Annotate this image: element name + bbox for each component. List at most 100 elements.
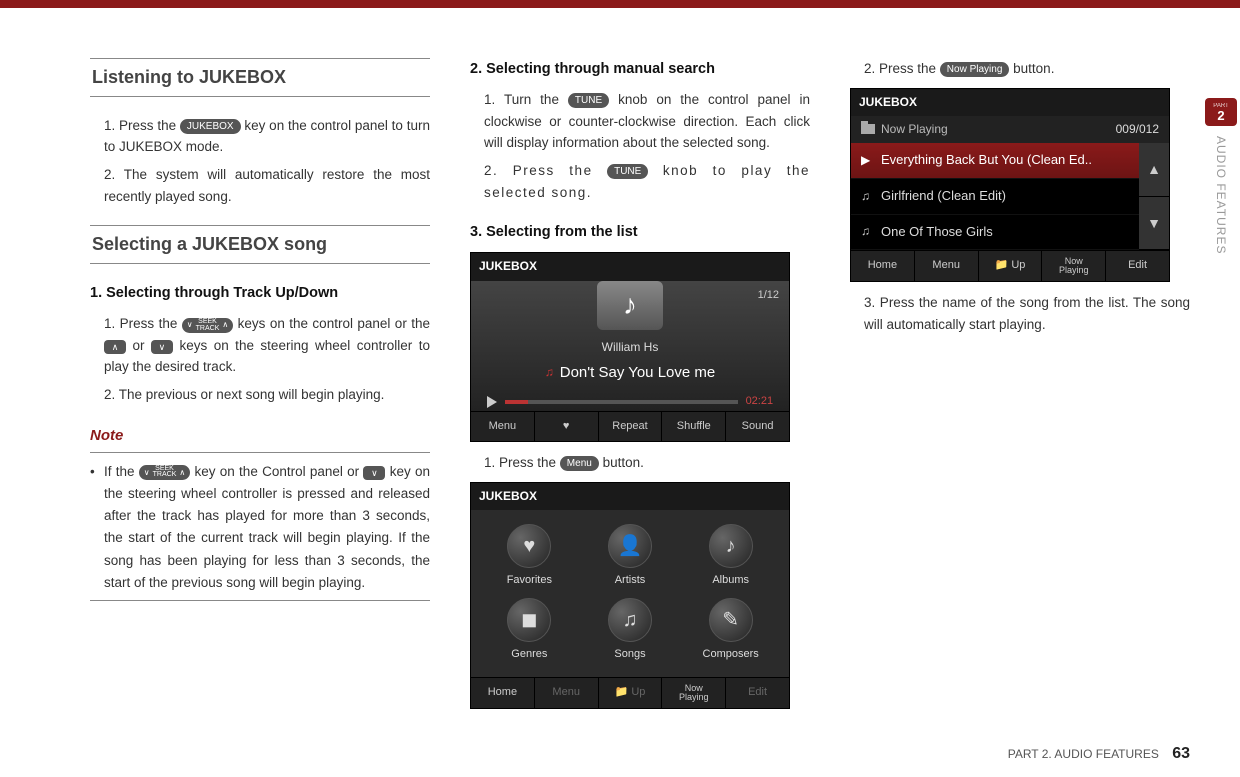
music-note-icon: ♪ [623,283,637,328]
music-note-icon: ♫ [861,222,873,241]
text: key on the Control panel or [195,464,364,479]
text: key on the steering wheel controller is … [104,464,430,590]
listening-steps: 1. Press the JUKEBOX key on the control … [90,115,430,207]
play-icon [487,396,497,408]
label: Composers [703,646,759,664]
heading-selecting-song: Selecting a JUKEBOX song [90,225,430,264]
footer-label: PART 2. AUDIO FEATURES [1008,747,1159,761]
list-step-1: 1. Press the Menu button. [470,452,810,474]
track-title-text: Don't Say You Love me [560,361,715,385]
edit-button[interactable]: Edit [1105,250,1169,281]
breadcrumb-left: Now Playing [861,120,948,139]
player-title: JUKEBOX [471,253,789,280]
manual-step-2: 2. Press the TUNE knob to play the selec… [484,160,810,203]
seek-track-stack: SEEK TRACK [196,319,220,332]
subhead-from-list: 3. Selecting from the list [470,221,810,244]
chevron-up-icon: ∧ [179,466,185,479]
music-note-icon: ♫ [861,187,873,206]
side-tab: PART 2 AUDIO FEATURES [1202,98,1240,254]
nowplaying-title: JUKEBOX [851,89,1169,116]
menu-favorites[interactable]: ♥Favorites [483,524,576,590]
player-repeat-button[interactable]: Repeat [598,411,662,442]
menu-button[interactable]: Menu [534,677,598,708]
home-button[interactable]: Home [471,677,534,708]
nowplaying-bottombar: Home Menu 📁 Up Now Playing Edit [851,250,1169,281]
label: Up [631,686,645,698]
list-step-3: 3. Press the name of the song from the l… [850,292,1190,335]
player-favorite-button[interactable]: ♥ [534,411,598,442]
nowplaying-breadcrumb: Now Playing 009/012 [851,116,1169,143]
menu-albums[interactable]: ♪Albums [684,524,777,590]
text: 1. Turn the [484,92,568,107]
now-playing-button[interactable]: Now Playing [1041,250,1105,281]
listening-step-1: 1. Press the JUKEBOX key on the control … [104,115,430,158]
subhead-track-updown: 1. Selecting through Track Up/Down [90,282,430,305]
list-item-active[interactable]: ▶ Everything Back But You (Clean Ed.. [851,143,1139,179]
label: Genres [511,646,547,664]
note-icon: ♪ [709,524,753,568]
home-button[interactable]: Home [851,250,914,281]
menu-artists[interactable]: 👤Artists [584,524,677,590]
player-sound-button[interactable]: Sound [725,411,789,442]
text: 2. Press the [864,61,940,76]
song-title: One Of Those Girls [881,222,993,243]
player-shuffle-button[interactable]: Shuffle [661,411,725,442]
track-label: TRACK [196,326,220,332]
pencil-icon: ✎ [709,598,753,642]
track-step-2: 2. The previous or next song will begin … [104,384,430,406]
seek-track-key: ∨ SEEK TRACK ∧ [182,318,233,333]
music-note-icon: ♫ [545,363,554,382]
manual-step-1: 1. Turn the TUNE knob on the control pan… [484,89,810,154]
track-label: TRACK [153,472,177,478]
menu-grid-title: JUKEBOX [471,483,789,510]
chevron-down-icon: ∨ [144,466,150,479]
text: or [132,338,150,353]
menu-genres[interactable]: ◼Genres [483,598,576,664]
heading-listening-jukebox: Listening to JUKEBOX [90,58,430,97]
section-name: AUDIO FEATURES [1214,136,1228,254]
menu-songs[interactable]: ♫Songs [584,598,677,664]
part-label: PART [1213,103,1228,109]
track-step-1: 1. Press the ∨ SEEK TRACK ∧ keys on the … [104,313,430,378]
now-playing-button[interactable]: Now Playing [661,677,725,708]
scroll-arrows: ▲ ▼ [1139,143,1169,250]
player-menu-button[interactable]: Menu [471,411,534,442]
player-bottombar: Menu ♥ Repeat Shuffle Sound [471,411,789,442]
up-button[interactable]: 📁 Up [598,677,662,708]
list-item[interactable]: ♫ Girlfriend (Clean Edit) [851,179,1139,215]
player-track-title: ♫ Don't Say You Love me [545,361,715,385]
menu-composers[interactable]: ✎ Composers [684,598,777,664]
menu-grid-screenshot: JUKEBOX ♥Favorites 👤Artists ♪Albums ◼Gen… [470,482,790,709]
now-playing-key-pill: Now Playing [940,62,1010,77]
track-steps: 1. Press the ∨ SEEK TRACK ∧ keys on the … [90,313,430,405]
up-button[interactable]: 📁 Up [978,250,1042,281]
person-icon: 👤 [608,524,652,568]
part-number: 2 [1217,109,1224,122]
edit-button[interactable]: Edit [725,677,789,708]
label: Playing [1059,266,1089,275]
album-art-icon: ♪ [597,281,663,330]
progress-time: 02:21 [746,393,774,411]
tune-key-pill: TUNE [607,164,648,179]
text: 1. Press the [104,118,180,133]
top-accent-bar [0,0,1240,8]
scroll-down-button[interactable]: ▼ [1139,197,1169,251]
heart-icon: ♥ [507,524,551,568]
part-badge: PART 2 [1205,98,1237,126]
list-counter: 009/012 [1116,120,1159,139]
player-track-counter: 1/12 [758,287,779,305]
text: button. [603,455,644,470]
text: button. [1013,61,1054,76]
nowplaying-rows: ▶ Everything Back But You (Clean Ed.. ♫ … [851,143,1139,250]
scroll-up-button[interactable]: ▲ [1139,143,1169,197]
text: 2. Press the [484,163,607,178]
menu-button[interactable]: Menu [914,250,978,281]
play-icon: ▶ [861,151,873,170]
list-item[interactable]: ♫ One Of Those Girls [851,215,1139,251]
chevron-up-icon: ∧ [222,319,228,332]
text: 1. Press the [484,455,560,470]
page-number: 63 [1172,745,1190,762]
menu-grid-body: ♥Favorites 👤Artists ♪Albums ◼Genres ♫Son… [471,510,789,677]
player-screenshot: JUKEBOX 1/12 ♪ William Hs ♫ Don't Say Yo… [470,252,790,442]
label: Playing [679,693,709,702]
